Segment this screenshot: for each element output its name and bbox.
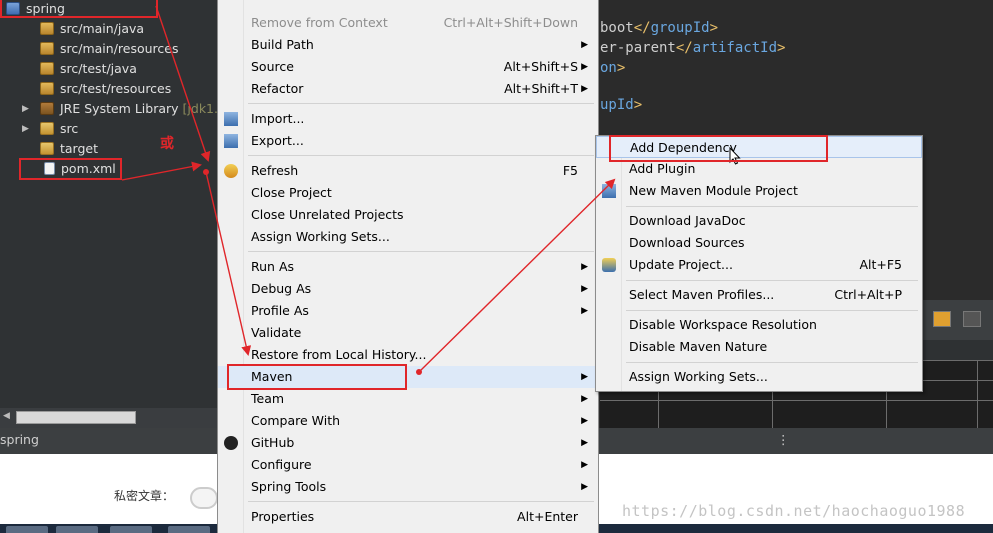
annotation-arrows xyxy=(121,5,616,375)
